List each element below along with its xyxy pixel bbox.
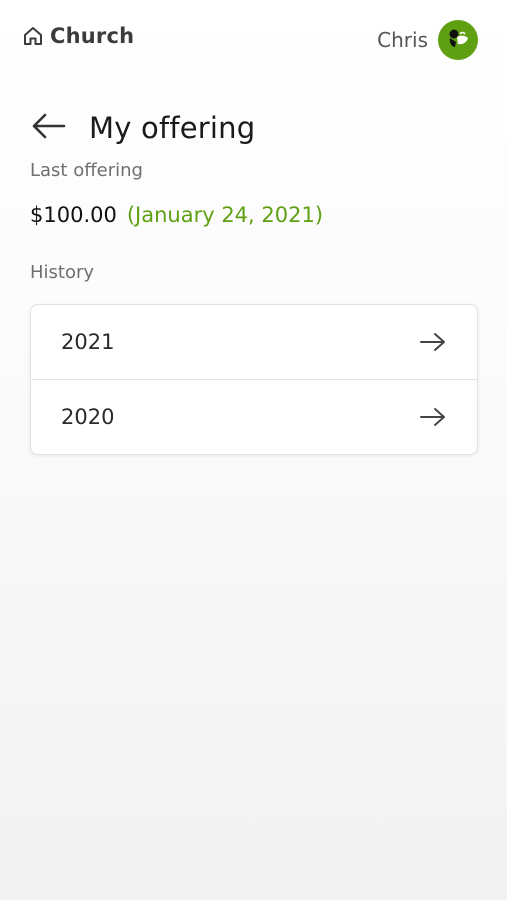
last-offering-date: (January 24, 2021) — [126, 203, 324, 227]
arrow-right-icon — [419, 406, 447, 428]
user-name: Chris — [377, 28, 428, 52]
history-list: 2021 2020 — [30, 304, 478, 455]
history-item-year: 2021 — [61, 330, 115, 354]
brand-name: Church — [50, 24, 135, 48]
arrow-left-icon — [30, 112, 66, 144]
page-title: My offering — [89, 111, 256, 146]
back-button[interactable] — [30, 108, 70, 148]
home-icon — [22, 25, 44, 47]
title-row: My offering — [30, 92, 255, 165]
history-item-2020[interactable]: 2020 — [31, 379, 477, 453]
arrow-right-icon — [419, 331, 447, 353]
last-offering: $100.00 (January 24, 2021) — [30, 203, 323, 227]
avatar[interactable] — [438, 20, 478, 60]
last-offering-label: Last offering — [30, 160, 143, 181]
avatar-icon — [443, 23, 473, 57]
history-item-2021[interactable]: 2021 — [31, 305, 477, 379]
brand[interactable]: Church — [22, 24, 134, 48]
last-offering-amount: $100.00 — [30, 203, 117, 227]
top-bar: Church Chris — [0, 0, 507, 80]
history-item-year: 2020 — [61, 404, 115, 429]
history-label: History — [30, 262, 95, 283]
user-menu[interactable]: Chris — [377, 20, 478, 60]
